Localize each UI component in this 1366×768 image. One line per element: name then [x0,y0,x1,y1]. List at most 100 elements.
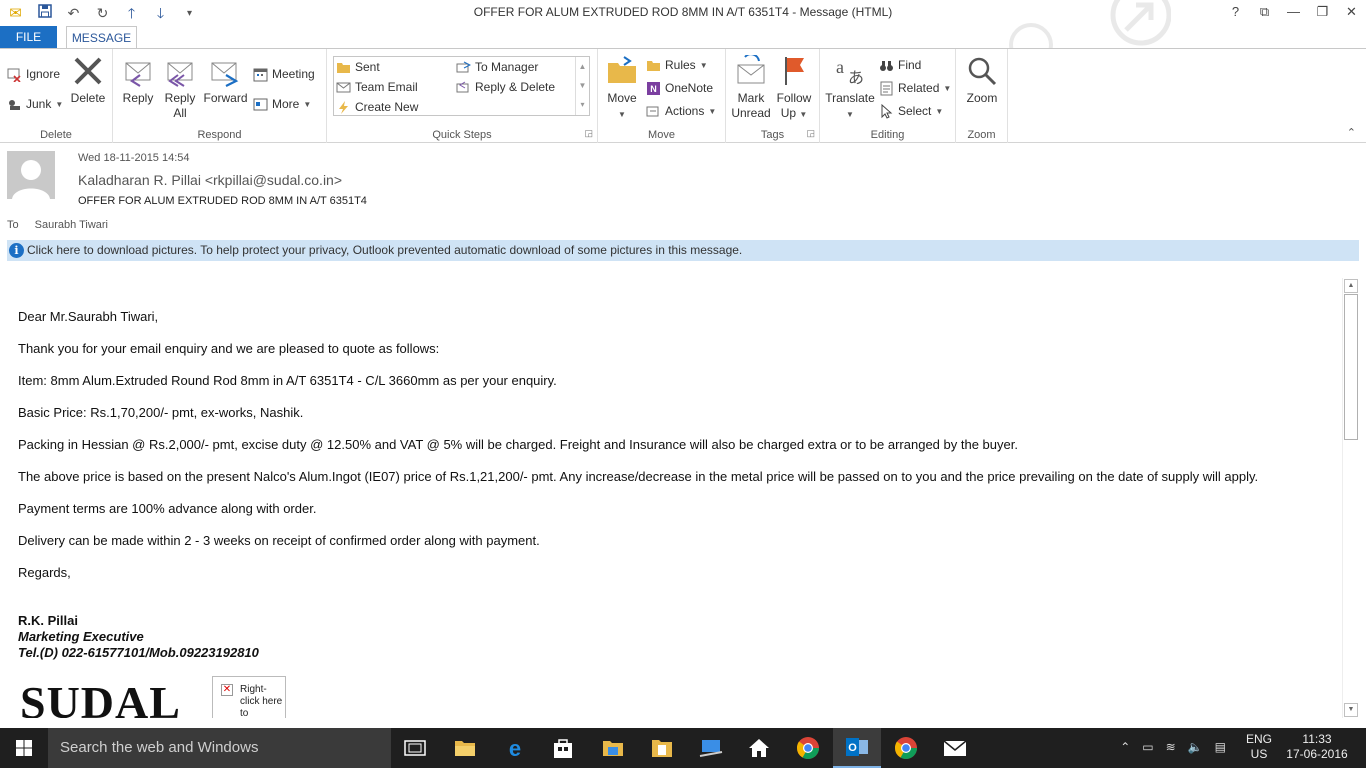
window-title: OFFER FOR ALUM EXTRUDED ROD 8MM IN A/T 6… [473,5,893,19]
more-button[interactable]: More ▼ [253,95,311,113]
blocked-image-placeholder[interactable]: ✕ Right-click here to [212,676,286,718]
quickstep-reply-delete[interactable]: Reply & Delete [456,78,555,96]
battery-icon[interactable]: ▭ [1142,740,1153,754]
cursor-icon [879,103,894,119]
recipient-name[interactable]: Saurabh Tiwari [35,219,108,231]
documents-folder-icon[interactable] [638,728,686,768]
input-language[interactable]: ENG US [1242,732,1276,762]
quick-steps-scroll[interactable]: ▲ ▼ ▾ [575,57,589,115]
reply-all-label-2: All [173,106,187,120]
folder-icon[interactable] [589,728,637,768]
svg-text:N: N [650,84,657,94]
onenote-button[interactable]: N OneNote [646,79,713,97]
mark-unread-button[interactable]: Mark Unread [730,53,772,121]
close-button[interactable]: ✕ [1337,0,1366,24]
related-button[interactable]: Related ▼ [879,79,951,97]
chevron-down-icon: ▼ [55,99,64,109]
dialog-launcher-icon[interactable]: ◲ [584,128,593,139]
chevron-down-icon: ▼ [935,106,944,116]
scroll-down-icon[interactable]: ▼ [576,76,589,95]
dialog-launcher-icon[interactable]: ◲ [806,128,815,139]
chrome-icon-2[interactable] [882,728,930,768]
clock-time: 11:33 [1302,732,1332,746]
actions-button[interactable]: Actions ▼ [646,102,716,120]
store-icon[interactable] [539,728,587,768]
lang-region: US [1250,747,1268,761]
quickstep-to-manager[interactable]: To Manager [456,58,538,76]
quickstep-sent[interactable]: Sent [336,58,380,76]
reply-all-label-1: Reply [164,91,196,105]
tab-message[interactable]: MESSAGE [66,26,137,50]
tab-file[interactable]: FILE [0,26,57,49]
signature-phone: Tel.(D) 022-61577101/Mob.09223192810 [18,645,259,660]
actions-label: Actions [665,104,705,118]
wifi-icon[interactable]: ≋ [1166,740,1176,754]
edge-browser-icon[interactable]: e [491,728,539,768]
body-line: Payment terms are 100% advance along wit… [18,501,317,516]
select-button[interactable]: Select ▼ [879,102,943,120]
taskbar-search-input[interactable]: Search the web and Windows [48,728,391,768]
group-label-tags: Tags [760,129,785,141]
reply-icon [122,55,154,87]
team-email-icon [336,80,351,95]
follow-up-button[interactable]: Follow Up ▼ [774,55,814,122]
gallery-more-icon[interactable]: ▾ [576,95,589,114]
scrollbar-thumb[interactable] [1344,294,1358,440]
forward-button[interactable]: Forward [202,55,249,106]
find-label: Find [898,58,922,72]
restore-button[interactable]: ❐ [1308,0,1337,24]
quickstep-create-new[interactable]: Create New [336,98,418,116]
download-pictures-infobar[interactable]: i Click here to download pictures. To he… [7,240,1359,261]
group-label-respond: Respond [197,129,242,141]
volume-icon[interactable]: 🔈 [1188,740,1203,754]
ignore-button[interactable]: Ignore [7,65,60,83]
tray-icons: ⌃ ▭ ≋ 🔈 ▤ [1120,740,1226,754]
delete-button[interactable]: Delete [68,55,108,106]
body-line: Delivery can be made within 2 - 3 weeks … [18,533,540,548]
move-folder-icon [606,55,638,87]
chevron-down-icon: ▼ [699,60,708,70]
quickstep-sent-label: Sent [355,60,380,74]
reply-button[interactable]: Reply [119,55,157,106]
body-scrollbar[interactable]: ▲ ▼ [1342,278,1358,718]
junk-button[interactable]: Junk ▼ [7,95,63,113]
body-line: Item: 8mm Alum.Extruded Round Rod 8mm in… [18,373,557,388]
chrome-icon[interactable] [784,728,832,768]
move-button[interactable]: Move ▼ [604,55,640,122]
find-button[interactable]: Find [879,56,921,74]
outlook-icon[interactable]: O [833,728,881,768]
related-label: Related [898,81,940,95]
file-explorer-icon[interactable] [441,728,489,768]
scroll-down-icon[interactable]: ▼ [1344,703,1358,717]
collapse-ribbon-icon[interactable]: ⌃ [1347,126,1356,139]
forward-icon [210,55,242,87]
zoom-button[interactable]: Zoom [962,55,1002,106]
related-icon [879,81,894,96]
group-move: Move ▼ Rules ▼ N OneNote Actions ▼ Move [598,49,726,143]
junk-label: Junk [26,97,52,111]
home-icon[interactable] [735,728,783,768]
lang-code: ENG [1245,732,1272,746]
reply-all-button[interactable]: Reply All [161,55,199,121]
ignore-icon [7,67,22,83]
message-recipients: To Saurabh Tiwari [7,219,108,231]
quickstep-team-email[interactable]: Team Email [336,78,418,96]
help-button[interactable]: ? [1221,0,1250,24]
ribbon-display-options-button[interactable]: ⧉ [1250,0,1279,24]
chevron-up-icon[interactable]: ⌃ [1120,740,1130,754]
message-sender[interactable]: Kaladharan R. Pillai <rkpillai@sudal.co.… [78,172,342,188]
actions-icon [646,104,661,119]
network-app-icon[interactable] [687,728,735,768]
scroll-up-icon[interactable]: ▲ [1344,279,1358,293]
taskbar-clock[interactable]: 11:33 17-06-2016 [1282,732,1352,762]
minimize-button[interactable]: — [1279,0,1308,24]
signature-title: Marketing Executive [18,629,144,644]
rules-button[interactable]: Rules ▼ [646,56,708,74]
start-button[interactable] [0,728,48,768]
action-center-icon[interactable]: ▤ [1215,740,1226,754]
translate-button[interactable]: aあ Translate ▼ [824,55,876,122]
task-view-icon[interactable] [391,728,439,768]
meeting-button[interactable]: Meeting [253,65,315,83]
mail-icon[interactable] [931,728,979,768]
scroll-up-icon[interactable]: ▲ [576,57,589,76]
